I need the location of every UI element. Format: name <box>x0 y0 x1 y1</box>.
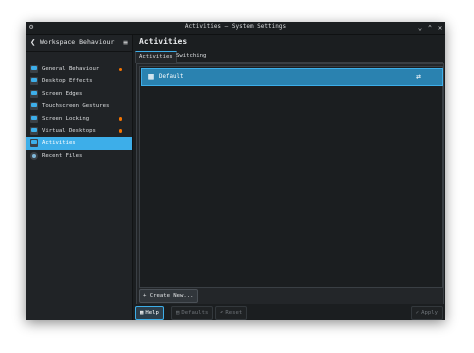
tab-bar: Activities Switching <box>135 51 443 63</box>
minimize-button[interactable]: ⌄ <box>415 23 425 33</box>
hamburger-menu-icon[interactable]: ≡ <box>123 37 128 49</box>
sidebar-item-desktop-effects[interactable]: Desktop Effects <box>26 75 132 87</box>
sidebar: ❮ Workspace Behaviour ≡ General Behaviou… <box>26 35 133 320</box>
sidebar-item-label: Screen Locking <box>42 115 90 122</box>
sidebar-item-label: Recent Files <box>42 152 83 159</box>
tab-activities[interactable]: Activities <box>135 51 177 63</box>
virtual-desktops-icon <box>30 126 38 135</box>
activities-panel: ▦ Default ⇄ + Create New... <box>136 63 444 318</box>
switch-icon[interactable]: ⇄ <box>416 69 421 85</box>
defaults-label: Defaults <box>181 310 209 316</box>
screen-locking-icon <box>30 114 38 123</box>
modified-indicator <box>118 117 122 121</box>
apply-icon: ✓ <box>415 310 420 316</box>
maximize-button[interactable]: ⌃ <box>425 23 435 33</box>
sidebar-item-label: Desktop Effects <box>42 78 93 85</box>
help-icon: ▦ <box>140 310 144 316</box>
desktop-effects-icon <box>30 77 38 86</box>
defaults-icon: ▤ <box>176 310 180 316</box>
tab-switching[interactable]: Switching <box>173 51 209 62</box>
sidebar-item-label: Screen Edges <box>42 90 83 97</box>
reset-icon: ↶ <box>220 310 224 316</box>
recent-files-icon <box>30 151 38 160</box>
back-arrow-icon[interactable]: ❮ <box>30 37 35 49</box>
sidebar-item-touchscreen-gestures[interactable]: Touchscreen Gestures <box>26 100 132 112</box>
sidebar-item-screen-locking[interactable]: Screen Locking <box>26 113 132 125</box>
window-title: Activities — System Settings <box>184 23 287 30</box>
defaults-button[interactable]: ▤ Defaults <box>171 306 214 320</box>
activities-icon <box>30 139 38 148</box>
touchscreen-gestures-icon <box>30 102 38 111</box>
sidebar-list: General Behaviour Desktop Effects Screen… <box>26 63 132 162</box>
activity-row-default[interactable]: ▦ Default ⇄ <box>141 68 443 86</box>
sidebar-item-label: Touchscreen Gestures <box>42 103 110 110</box>
apply-label: Apply <box>421 310 438 316</box>
sidebar-item-general-behaviour[interactable]: General Behaviour <box>26 63 132 75</box>
help-label: Help <box>145 310 159 316</box>
footer-bar: ▦ Help ▤ Defaults ↶ Reset ✓ Apply <box>133 304 445 320</box>
sidebar-item-screen-edges[interactable]: Screen Edges <box>26 88 132 100</box>
sidebar-item-recent-files[interactable]: Recent Files <box>26 150 132 162</box>
sidebar-item-label: Virtual Desktops <box>42 127 96 134</box>
activity-name: Default <box>159 74 184 80</box>
help-button[interactable]: ▦ Help <box>135 306 164 320</box>
modified-indicator <box>118 129 122 133</box>
title-bar[interactable]: ⚙ Activities — System Settings ⌄ ⌃ ✕ <box>26 22 445 35</box>
sidebar-title: Workspace Behaviour <box>40 38 115 46</box>
sidebar-item-label: Activities <box>42 140 76 147</box>
page-title: Activities <box>139 37 188 46</box>
sidebar-item-virtual-desktops[interactable]: Virtual Desktops <box>26 125 132 137</box>
sidebar-item-label: General Behaviour <box>42 66 100 72</box>
activities-icon: ▦ <box>148 72 154 82</box>
main-content: Activities Activities Switching ▦ Defaul… <box>133 35 445 320</box>
modified-indicator <box>118 67 122 71</box>
system-settings-window: ⚙ Activities — System Settings ⌄ ⌃ ✕ ❮ W… <box>26 22 445 320</box>
sidebar-item-activities[interactable]: Activities <box>26 137 132 150</box>
sidebar-header: ❮ Workspace Behaviour ≡ <box>26 35 132 52</box>
activities-list: ▦ Default ⇄ <box>139 66 443 288</box>
apply-button[interactable]: ✓ Apply <box>410 306 443 320</box>
general-behaviour-icon <box>30 65 38 73</box>
close-button[interactable]: ✕ <box>435 23 445 33</box>
reset-label: Reset <box>225 310 243 316</box>
reset-button[interactable]: ↶ Reset <box>215 306 248 320</box>
screen-edges-icon <box>30 89 38 98</box>
create-new-button[interactable]: + Create New... <box>139 289 198 303</box>
